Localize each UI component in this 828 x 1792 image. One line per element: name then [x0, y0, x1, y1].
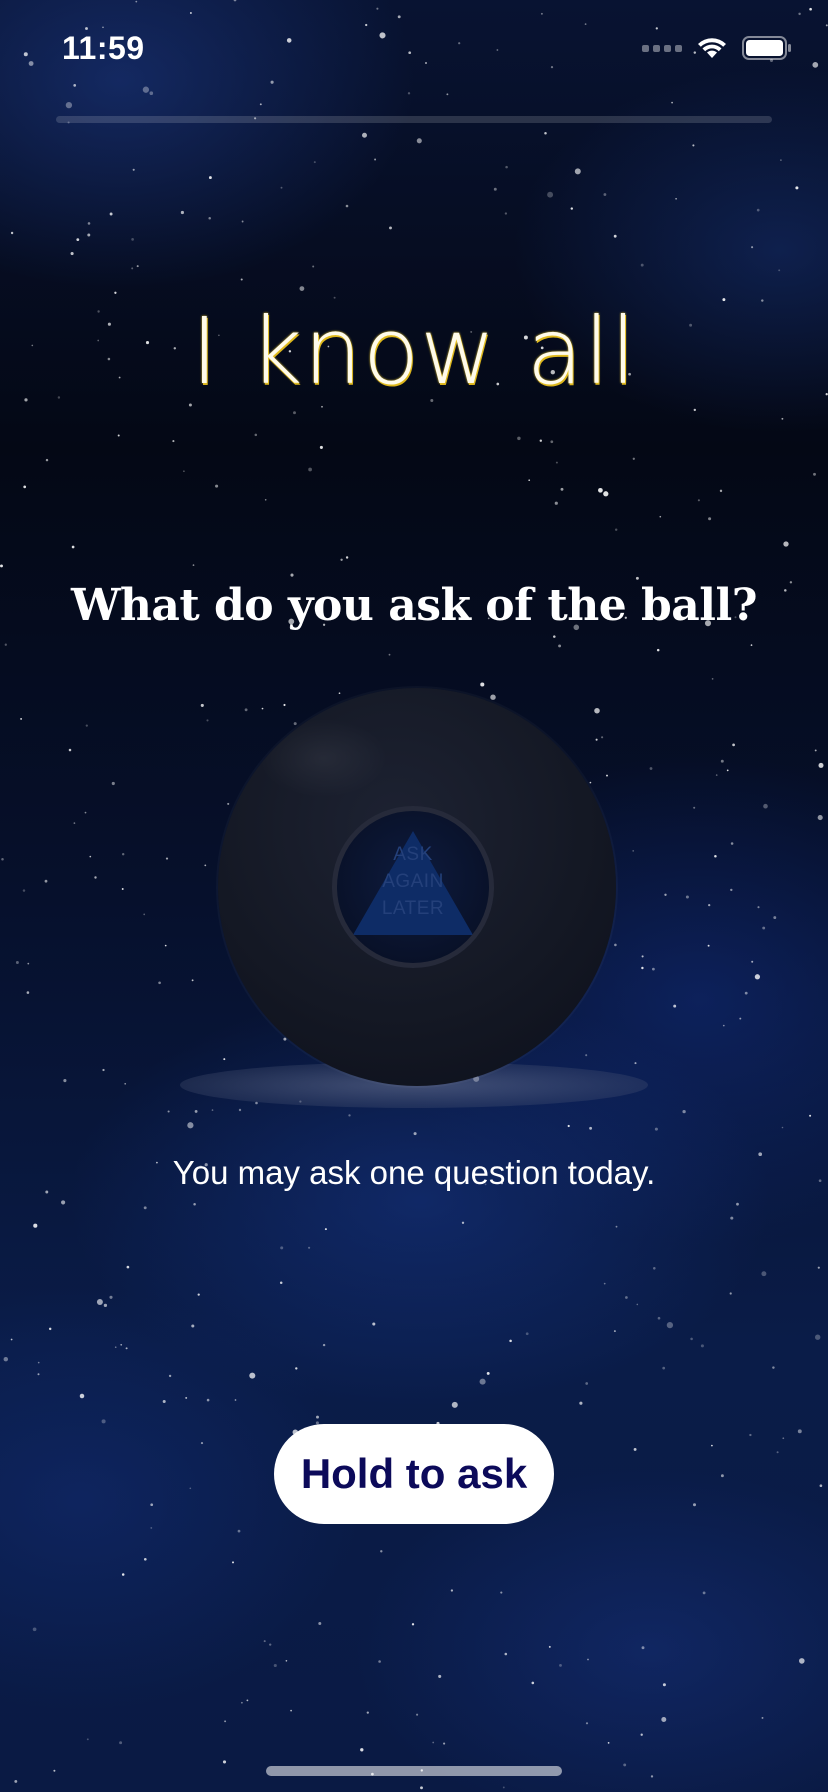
ball-answer-window: ASK AGAIN LATER — [332, 806, 494, 968]
battery-icon — [742, 36, 791, 60]
ball-answer-line: AGAIN — [382, 871, 444, 892]
cellular-signal-icon — [642, 44, 682, 52]
status-icons — [642, 36, 792, 60]
ball-answer-text: ASK AGAIN LATER — [337, 841, 489, 922]
app-screen: 11:59 I know all What do you ask of the … — [0, 0, 828, 1792]
progress-bar — [56, 116, 772, 123]
page-title: I know all — [190, 298, 638, 405]
ball-answer-line: ASK — [393, 844, 433, 865]
status-bar: 11:59 — [0, 0, 828, 100]
question-limit-text: You may ask one question today. — [172, 1154, 656, 1191]
status-time: 11:59 — [62, 30, 145, 66]
wifi-icon — [698, 38, 726, 58]
home-indicator[interactable] — [266, 1766, 562, 1776]
ball-highlight — [258, 718, 388, 798]
question-prompt: What do you ask of the ball? — [70, 580, 758, 631]
magic-8-ball: ASK AGAIN LATER — [0, 660, 828, 1120]
eight-ball-icon: ASK AGAIN LATER — [218, 688, 616, 1086]
ball-answer-line: LATER — [381, 898, 445, 919]
hold-to-ask-button[interactable]: Hold to ask — [274, 1424, 554, 1524]
